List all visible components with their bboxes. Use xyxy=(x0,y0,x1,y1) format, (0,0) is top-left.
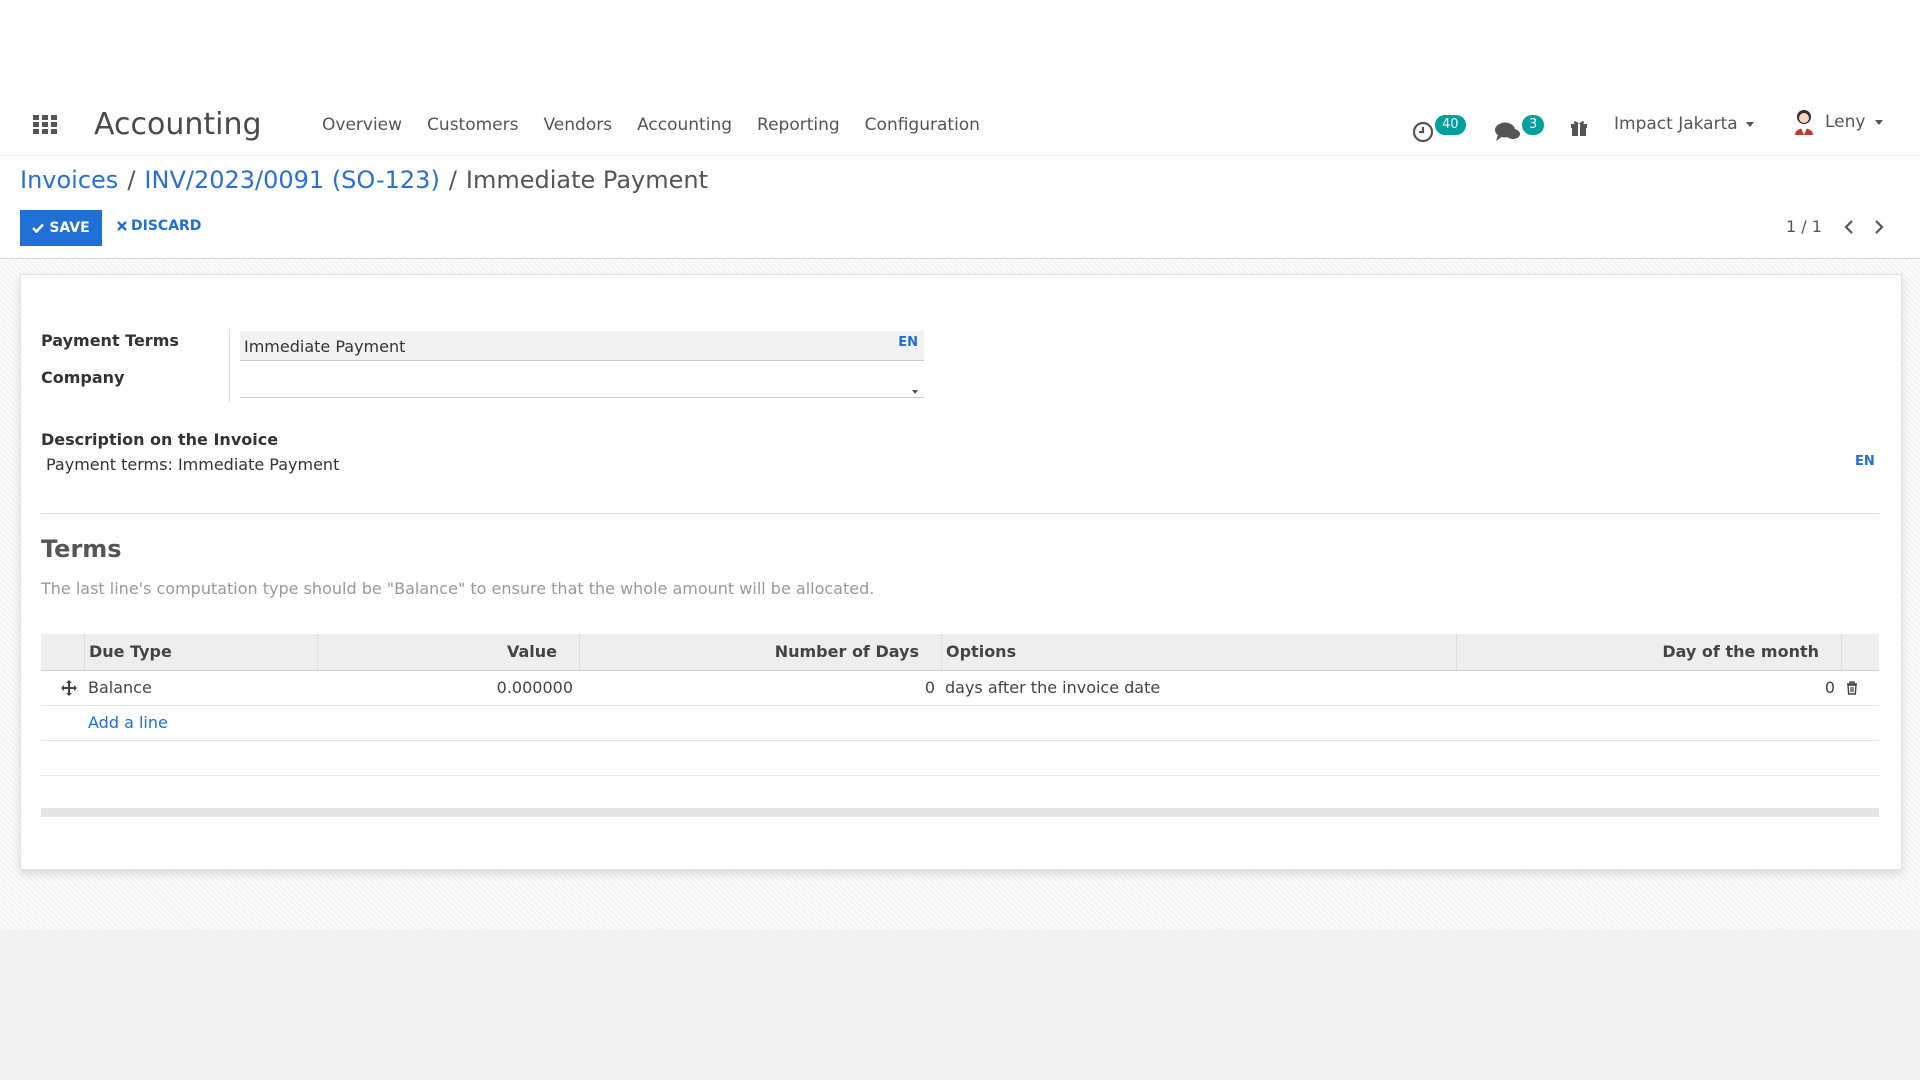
payment-terms-input[interactable]: Immediate Payment EN xyxy=(240,331,924,361)
save-button[interactable]: SAVE xyxy=(20,210,102,246)
cell-options[interactable]: days after the invoice date xyxy=(941,671,1456,705)
col-day-of-month[interactable]: Day of the month xyxy=(1456,634,1841,670)
company-switcher[interactable]: Impact Jakarta xyxy=(1614,114,1754,134)
terms-help-text: The last line's computation type should … xyxy=(41,579,875,598)
company-select[interactable] xyxy=(240,368,924,398)
breadcrumb-separator: / xyxy=(448,166,457,194)
col-options[interactable]: Options xyxy=(941,634,1456,670)
menu-vendors[interactable]: Vendors xyxy=(543,115,612,135)
chevron-right-icon xyxy=(1875,220,1884,234)
form-content-area: Payment Terms Company Immediate Payment … xyxy=(0,259,1920,929)
message-count-badge: 3 xyxy=(1522,115,1545,135)
col-number-of-days[interactable]: Number of Days xyxy=(579,634,941,670)
breadcrumb-invoice[interactable]: INV/2023/0091 (SO-123) xyxy=(144,166,439,194)
breadcrumb-invoices[interactable]: Invoices xyxy=(20,166,118,194)
activity-count-badge: 40 xyxy=(1435,115,1466,135)
divider xyxy=(41,513,1879,514)
user-avatar-icon xyxy=(1795,110,1813,135)
main-menu: Overview Customers Vendors Accounting Re… xyxy=(322,115,1005,135)
form-sheet: Payment Terms Company Immediate Payment … xyxy=(20,274,1902,870)
chevron-down-icon xyxy=(912,381,918,400)
table-row[interactable]: Balance 0.000000 0 days after the invoic… xyxy=(41,671,1879,706)
terms-table: Due Type Value Number of Days Options Da… xyxy=(41,634,1879,776)
pager-next-button[interactable] xyxy=(1872,216,1892,238)
pager-previous-button[interactable] xyxy=(1842,216,1862,238)
discard-label: DISCARD xyxy=(131,218,202,234)
drag-handle-icon[interactable] xyxy=(61,671,84,705)
terms-section-title: Terms xyxy=(41,535,122,563)
menu-customers[interactable]: Customers xyxy=(427,115,518,135)
gift-icon xyxy=(1571,121,1587,136)
add-line-link[interactable]: Add a line xyxy=(88,706,168,740)
discard-button[interactable]: DISCARD xyxy=(117,218,201,234)
menu-accounting[interactable]: Accounting xyxy=(637,115,732,135)
description-label: Description on the Invoice xyxy=(41,430,279,449)
user-name: Leny xyxy=(1825,112,1866,132)
handle-column-header xyxy=(41,634,84,670)
description-field[interactable]: Payment terms: Immediate Payment xyxy=(46,455,339,474)
empty-row xyxy=(41,741,1879,776)
user-menu[interactable]: Leny xyxy=(1793,108,1884,136)
payment-terms-value: Immediate Payment xyxy=(244,337,406,356)
gift-button[interactable] xyxy=(1570,119,1588,141)
translate-description-button[interactable]: EN xyxy=(1855,454,1875,469)
check-icon xyxy=(32,223,45,233)
delete-column-header xyxy=(1841,634,1879,670)
menu-reporting[interactable]: Reporting xyxy=(757,115,840,135)
control-panel: Invoices / INV/2023/0091 (SO-123) / Immediat… xyxy=(0,156,1920,259)
chevron-down-icon xyxy=(1875,119,1884,125)
translate-payment-terms-button[interactable]: EN xyxy=(898,335,918,350)
trash-icon[interactable] xyxy=(1841,671,1879,705)
chevron-down-icon xyxy=(1745,121,1754,127)
cell-day-of-month[interactable]: 0 xyxy=(1456,671,1841,705)
top-navbar: Accounting Overview Customers Vendors Ac… xyxy=(0,95,1920,156)
company-name: Impact Jakarta xyxy=(1614,114,1738,134)
breadcrumb-separator: / xyxy=(127,166,136,194)
menu-overview[interactable]: Overview xyxy=(322,115,402,135)
menu-configuration[interactable]: Configuration xyxy=(865,115,980,135)
breadcrumb-current: Immediate Payment xyxy=(465,166,708,194)
app-name[interactable]: Accounting xyxy=(94,107,262,142)
add-line-row: Add a line xyxy=(41,706,1879,741)
company-label: Company xyxy=(41,368,125,387)
save-label: SAVE xyxy=(49,220,90,236)
cell-value[interactable]: 0.000000 xyxy=(317,671,579,705)
pager-value[interactable]: 1 / 1 xyxy=(1786,217,1822,236)
breadcrumb: Invoices / INV/2023/0091 (SO-123) / Immediat… xyxy=(20,166,708,194)
apps-grid-icon[interactable] xyxy=(33,115,57,135)
chevron-left-icon xyxy=(1844,220,1853,234)
cell-number-of-days[interactable]: 0 xyxy=(579,671,941,705)
payment-terms-label: Payment Terms xyxy=(41,331,179,350)
table-header: Due Type Value Number of Days Options Da… xyxy=(41,634,1879,671)
col-value[interactable]: Value xyxy=(317,634,579,670)
col-due-type[interactable]: Due Type xyxy=(84,634,317,670)
page-footer-area xyxy=(0,929,1920,1080)
chat-icon xyxy=(1495,122,1520,141)
close-icon xyxy=(117,221,127,231)
label-divider xyxy=(229,330,230,402)
cell-due-type[interactable]: Balance xyxy=(84,671,317,705)
clock-icon xyxy=(1412,121,1434,143)
table-footer xyxy=(41,808,1879,817)
